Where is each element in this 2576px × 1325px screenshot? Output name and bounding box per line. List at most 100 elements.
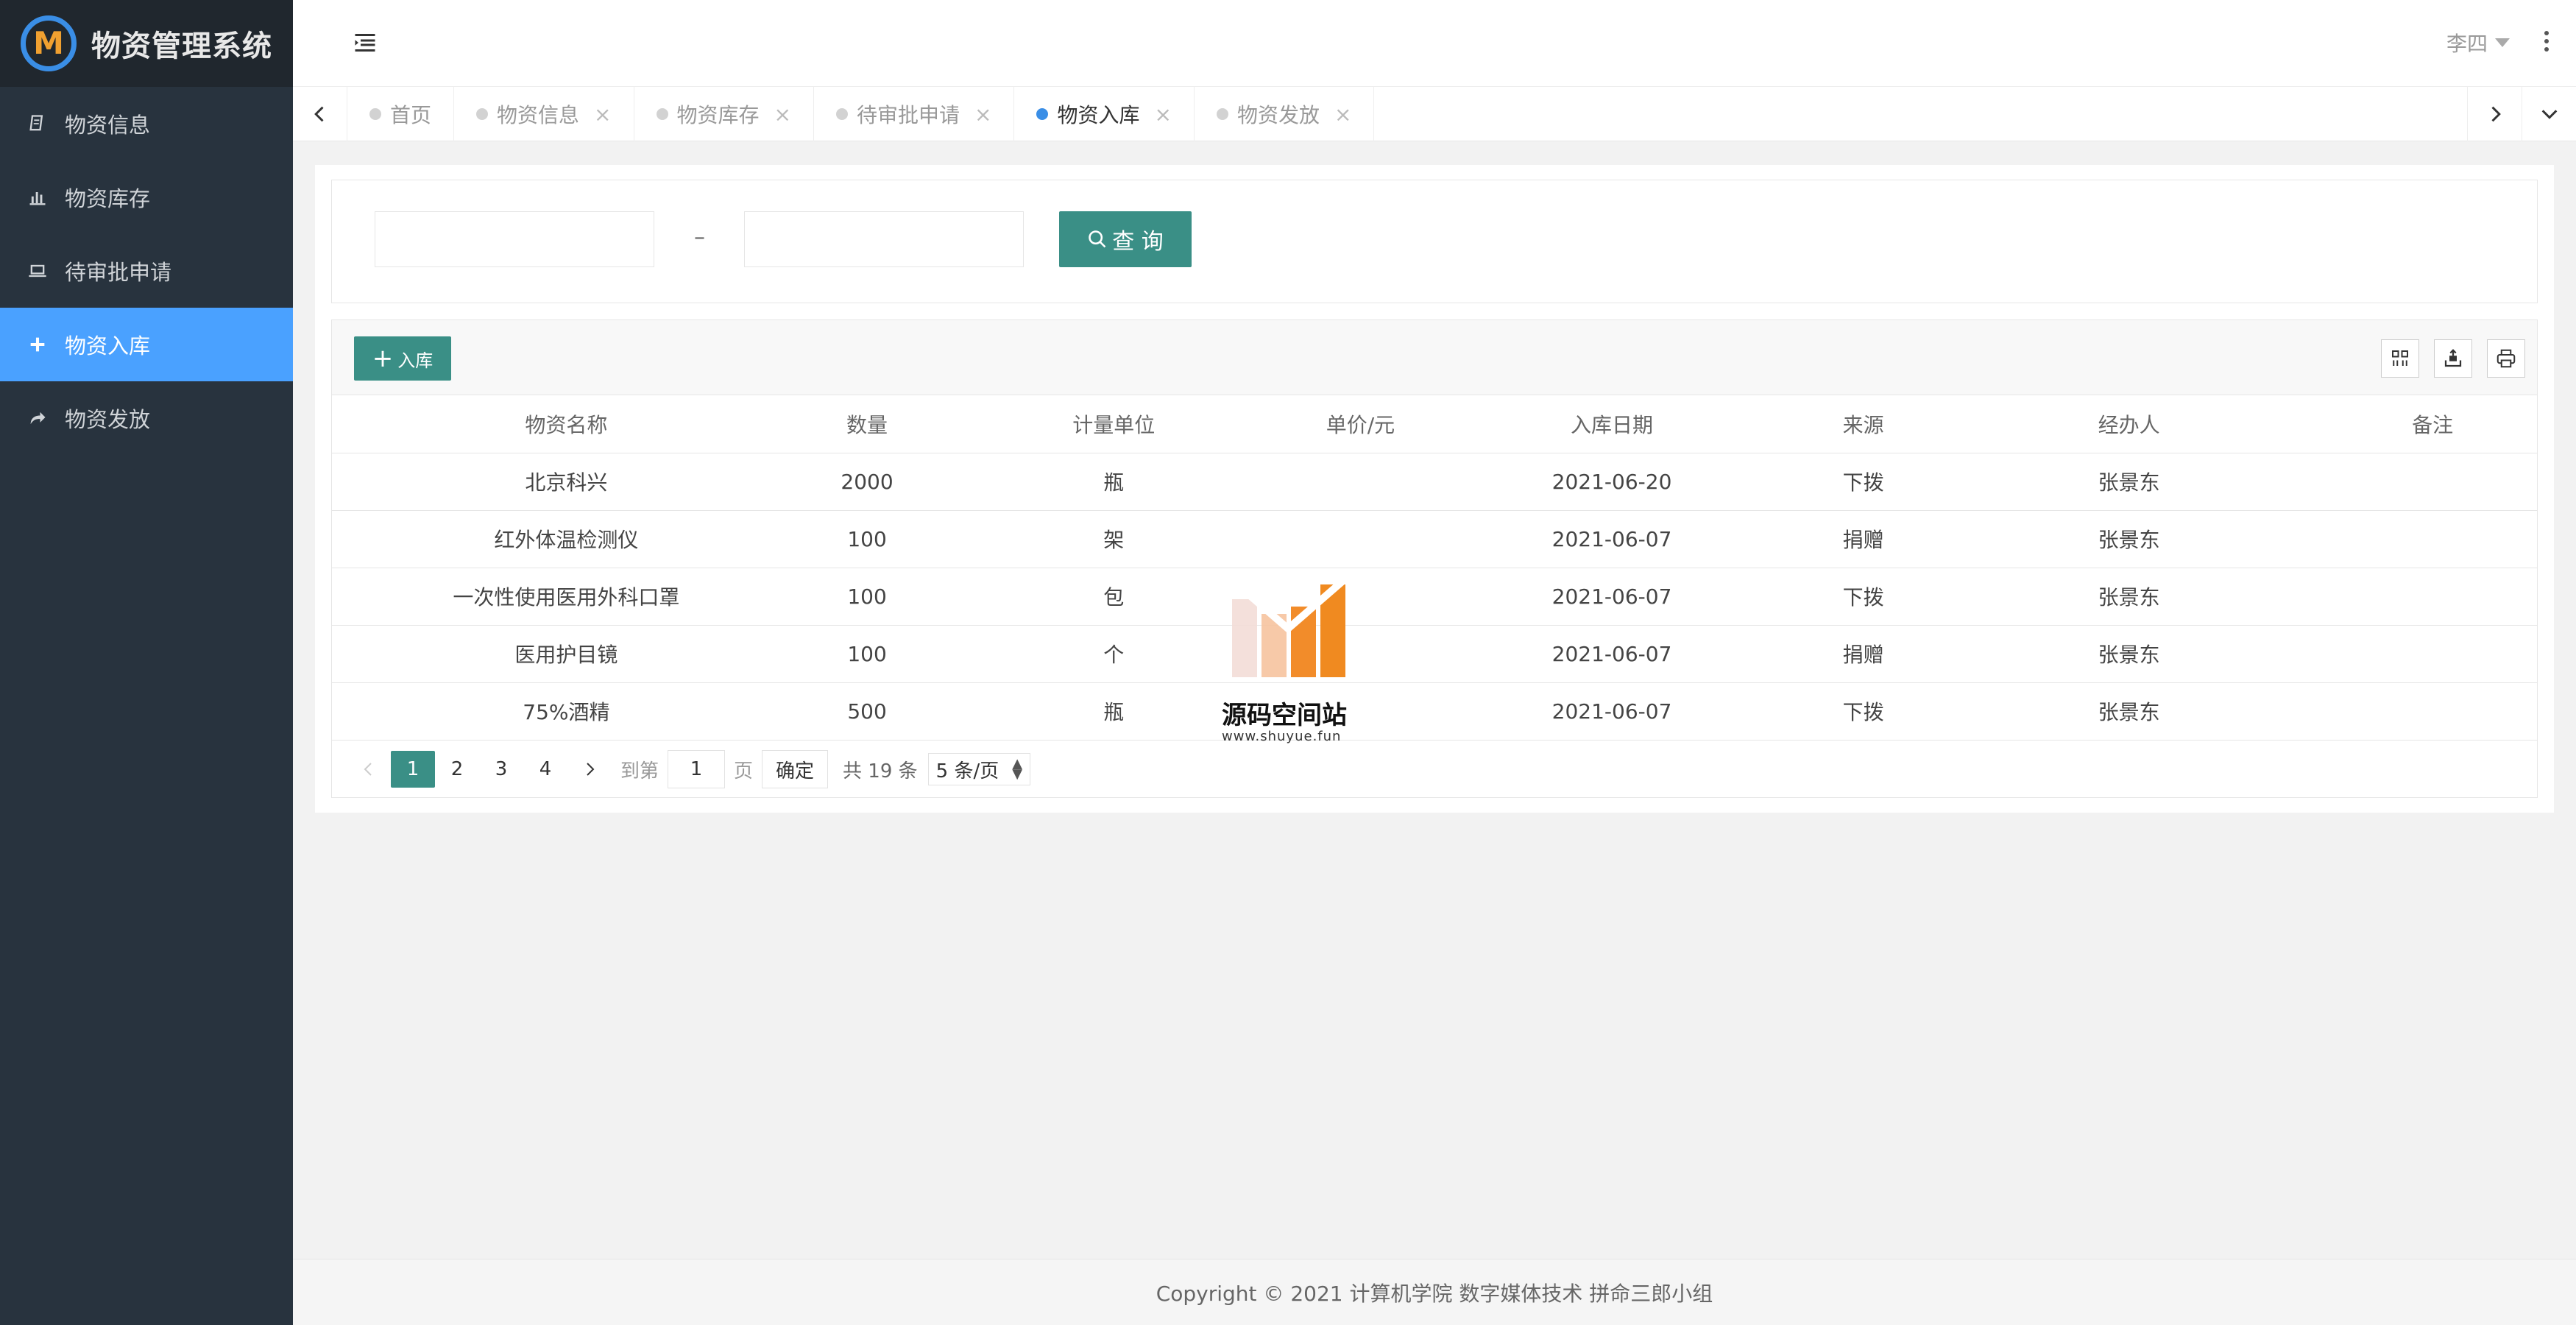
col-header-unit[interactable]: 计量单位 [933, 395, 1295, 453]
tab-label: 物资入库 [1057, 103, 1140, 127]
tab-stock-in[interactable]: 物资入库 × [1014, 87, 1195, 141]
cell-price [1294, 453, 1427, 511]
logo[interactable]: M 物资管理系统 [0, 0, 293, 87]
tab-label: 首页 [390, 103, 432, 127]
more-vertical-icon[interactable] [2539, 26, 2554, 56]
chevron-right-icon [587, 763, 595, 776]
cell-quantity: 500 [800, 682, 934, 741]
table-row[interactable]: 北京科兴 2000 瓶 2021-06-20 下拨 张景东 [332, 453, 2537, 511]
tab-material-info[interactable]: 物资信息 × [454, 87, 634, 141]
sidebar-item-label: 物资库存 [65, 186, 151, 211]
tab-pending[interactable]: 待审批申请 × [814, 87, 1015, 141]
printer-icon [2497, 349, 2516, 368]
top-header: 李四 [293, 0, 2576, 87]
chevron-left-icon [314, 106, 324, 122]
tabs-scroll-right-button[interactable] [2467, 87, 2522, 141]
cell-name: 一次性使用医用外科口罩 [332, 568, 801, 626]
chevron-left-icon [364, 763, 372, 776]
stock-in-table: 物资名称 数量 计量单位 单价/元 入库日期 来源 经办人 备注 北京科兴 20… [332, 395, 2537, 741]
close-icon[interactable]: × [1334, 102, 1351, 127]
tab-inventory[interactable]: 物资库存 × [634, 87, 814, 141]
page-2-button[interactable]: 2 [435, 751, 479, 788]
cell-date: 2021-06-07 [1426, 510, 1797, 568]
page-3-button[interactable]: 3 [479, 751, 523, 788]
col-header-handler[interactable]: 经办人 [1929, 395, 2329, 453]
col-header-date[interactable]: 入库日期 [1426, 395, 1797, 453]
print-button[interactable] [2487, 339, 2525, 378]
watermark: 源码空间站 www.shuyue.fun [1222, 577, 1354, 746]
tab-distribution[interactable]: 物资发放 × [1195, 87, 1375, 141]
pagination: 1 2 3 4 到第 1 页 确定 共 19 条 5 条/页 ▲ ▼ [332, 740, 2537, 799]
export-button[interactable] [2434, 339, 2472, 378]
book-icon [26, 113, 49, 135]
close-icon[interactable]: × [1154, 102, 1171, 127]
user-menu[interactable]: 李四 [2446, 28, 2510, 57]
watermark-logo-icon [1229, 577, 1347, 677]
end-date-input[interactable] [744, 211, 1024, 267]
close-icon[interactable]: × [774, 102, 791, 127]
col-header-name[interactable]: 物资名称 [332, 395, 801, 453]
cell-remark [2328, 625, 2537, 683]
cell-handler: 张景东 [1929, 625, 2329, 683]
columns-filter-button[interactable] [2381, 339, 2419, 378]
table-row[interactable]: 医用护目镜 100 个 2021-06-07 捐赠 张景东 [332, 625, 2537, 683]
menu-toggle-icon[interactable] [352, 29, 378, 56]
range-separator: – [694, 225, 705, 250]
tab-dot-icon [476, 108, 489, 120]
tabs-scroll-left-button[interactable] [293, 87, 347, 141]
plus-icon: + [372, 344, 394, 373]
table-row[interactable]: 75%酒精 500 瓶 2021-06-07 下拨 张景东 [332, 682, 2537, 741]
tab-label: 物资信息 [497, 103, 580, 127]
next-page-button[interactable] [575, 751, 604, 788]
tab-home[interactable]: 首页 [347, 87, 455, 141]
cell-source: 下拨 [1797, 682, 1930, 741]
search-panel: – 查 询 [331, 180, 2538, 303]
close-icon[interactable]: × [974, 102, 991, 127]
user-name: 李四 [2446, 32, 2488, 56]
sidebar-item-stock-in[interactable]: 物资入库 [0, 308, 293, 381]
goto-page-input[interactable]: 1 [668, 750, 726, 788]
prev-page-button[interactable] [354, 751, 383, 788]
page-size-select[interactable]: 5 条/页 ▲ ▼ [927, 753, 1031, 785]
sidebar-item-inventory[interactable]: 物资库存 [0, 160, 293, 234]
query-button[interactable]: 查 询 [1059, 211, 1192, 267]
cell-date: 2021-06-07 [1426, 625, 1797, 683]
cell-date: 2021-06-20 [1426, 453, 1797, 511]
page-4-button[interactable]: 4 [523, 751, 567, 788]
tabs-menu-button[interactable] [2522, 87, 2576, 141]
start-date-input[interactable] [375, 211, 654, 267]
col-header-remark[interactable]: 备注 [2328, 395, 2537, 453]
cell-source: 下拨 [1797, 453, 1930, 511]
cell-name: 北京科兴 [332, 453, 801, 511]
search-icon [1089, 230, 1106, 248]
page-1-button[interactable]: 1 [391, 751, 435, 788]
sidebar-item-pending[interactable]: 待审批申请 [0, 234, 293, 308]
cell-quantity: 100 [800, 568, 934, 626]
page-unit-label: 页 [734, 760, 754, 782]
tabs: 首页 物资信息 × 物资库存 × 待审批申请 × 物资入库 × 物资发放 × [347, 87, 1375, 141]
cell-date: 2021-06-07 [1426, 682, 1797, 741]
table-row[interactable]: 一次性使用医用外科口罩 100 包 2021-06-07 下拨 张景东 [332, 568, 2537, 626]
goto-confirm-button[interactable]: 确定 [762, 750, 829, 788]
col-header-source[interactable]: 来源 [1797, 395, 1930, 453]
sidebar-item-label: 物资入库 [65, 333, 151, 358]
query-button-label: 查 询 [1112, 229, 1164, 255]
add-stock-in-button[interactable]: + 入库 [354, 336, 451, 381]
col-header-quantity[interactable]: 数量 [800, 395, 934, 453]
cell-handler: 张景东 [1929, 510, 2329, 568]
table-row[interactable]: 红外体温检测仪 100 架 2021-06-07 捐赠 张景东 [332, 510, 2537, 568]
goto-label: 到第 [620, 760, 659, 782]
sidebar-item-material-info[interactable]: 物资信息 [0, 87, 293, 160]
cell-handler: 张景东 [1929, 453, 2329, 511]
sidebar-item-label: 物资发放 [65, 407, 151, 432]
col-header-price[interactable]: 单价/元 [1294, 395, 1427, 453]
close-icon[interactable]: × [594, 102, 611, 127]
sidebar-item-distribution[interactable]: 物资发放 [0, 381, 293, 455]
page-size-value: 5 条/页 [935, 760, 999, 782]
cell-quantity: 2000 [800, 453, 934, 511]
tab-label: 物资发放 [1236, 103, 1320, 127]
tab-dot-icon [1216, 108, 1228, 120]
share-icon [26, 407, 49, 429]
cell-remark [2328, 568, 2537, 626]
logo-icon: M [21, 15, 77, 71]
